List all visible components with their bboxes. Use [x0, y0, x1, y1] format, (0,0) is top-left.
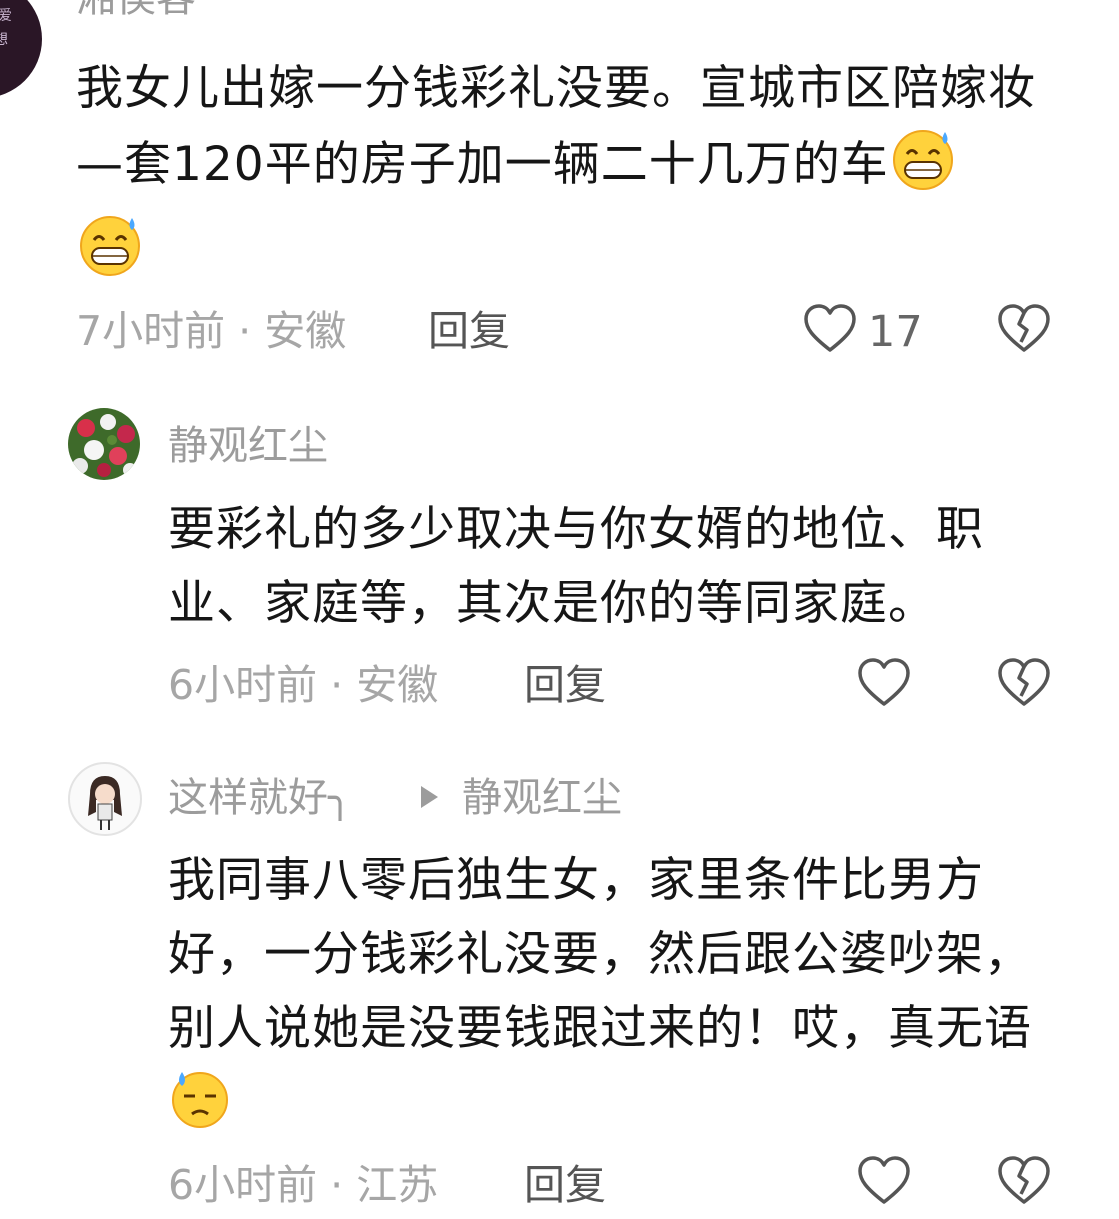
username[interactable]: 这样就好╮ — [168, 774, 352, 822]
broken-heart-icon — [996, 302, 1052, 362]
comment-text: 我女儿出嫁一分钱彩礼没要。宣城市区陪嫁妆—套120平的房子加一辆二十几万的车 — [76, 52, 1066, 298]
dislike-button[interactable] — [996, 1154, 1052, 1214]
like-count: 17 — [868, 307, 923, 357]
comment-meta: 7小时前 · 安徽 — [76, 306, 346, 356]
username[interactable]: 湘侯客 — [76, 0, 196, 22]
meta-separator: · — [225, 307, 265, 355]
username[interactable]: 静观红尘 — [168, 422, 328, 470]
comment-3: 这样就好╮ 静观红尘 我同事八零后独生女，家里条件比男方好，一分钱彩礼没要，然后… — [0, 740, 1119, 1219]
avatar[interactable] — [68, 408, 140, 480]
reply-button[interactable]: 回复 — [428, 306, 510, 356]
heart-icon — [856, 1154, 912, 1214]
grin-sweat-emoji — [889, 126, 957, 212]
broken-heart-icon — [996, 1154, 1052, 1214]
comment-2: 静观红尘 要彩礼的多少取决与你女婿的地位、职业、家庭等，其次是你的等同家庭。 6… — [0, 380, 1119, 740]
location: 江苏 — [356, 1161, 439, 1209]
reply-button[interactable]: 回复 — [524, 660, 606, 710]
timestamp: 6小时前 — [168, 661, 318, 709]
like-button[interactable] — [856, 656, 912, 716]
reply-arrow-icon — [418, 784, 440, 814]
avatar-image: 人我爱 句理想 主! — [0, 8, 12, 48]
meta-separator: · — [317, 661, 357, 709]
reply-button[interactable]: 回复 — [524, 1160, 606, 1210]
dislike-button[interactable] — [996, 656, 1052, 716]
flower-avatar-image — [68, 408, 140, 480]
grin-sweat-emoji — [76, 212, 144, 298]
heart-icon — [856, 656, 912, 716]
meta-separator: · — [317, 1161, 357, 1209]
location: 安徽 — [264, 307, 347, 355]
location: 安徽 — [356, 661, 439, 709]
svg-text:句理想: 句理想 — [0, 32, 8, 48]
comment-text-content: 我同事八零后独生女，家里条件比男方好，一分钱彩礼没要，然后跟公婆吵架，别人说她是… — [168, 853, 1032, 1056]
timestamp: 7小时前 — [76, 307, 226, 355]
dislike-button[interactable] — [996, 302, 1052, 362]
like-button[interactable] — [856, 1154, 912, 1214]
heart-icon — [802, 302, 858, 362]
avatar[interactable] — [68, 762, 142, 836]
avatar[interactable]: 人我爱 句理想 主! — [0, 0, 42, 98]
timestamp: 6小时前 — [168, 1161, 318, 1209]
comment-1: 人我爱 句理想 主! 湘侯客 我女儿出嫁一分钱彩礼没要。宣城市区陪嫁妆—套120… — [0, 0, 1119, 380]
comment-text: 我同事八零后独生女，家里条件比男方好，一分钱彩礼没要，然后跟公婆吵架，别人说她是… — [168, 844, 1068, 1150]
comment-text: 要彩礼的多少取决与你女婿的地位、职业、家庭等，其次是你的等同家庭。 — [168, 502, 984, 631]
downcast-sweat-emoji — [168, 1068, 232, 1150]
comment-meta: 6小时前 · 江苏 — [168, 1160, 438, 1210]
svg-text:人我爱: 人我爱 — [0, 8, 12, 24]
reply-to-username[interactable]: 静观红尘 — [462, 774, 622, 822]
broken-heart-icon — [996, 656, 1052, 716]
comment-meta: 6小时前 · 安徽 — [168, 660, 438, 710]
girl-avatar-image — [88, 776, 122, 830]
like-button[interactable]: 17 — [802, 302, 923, 362]
